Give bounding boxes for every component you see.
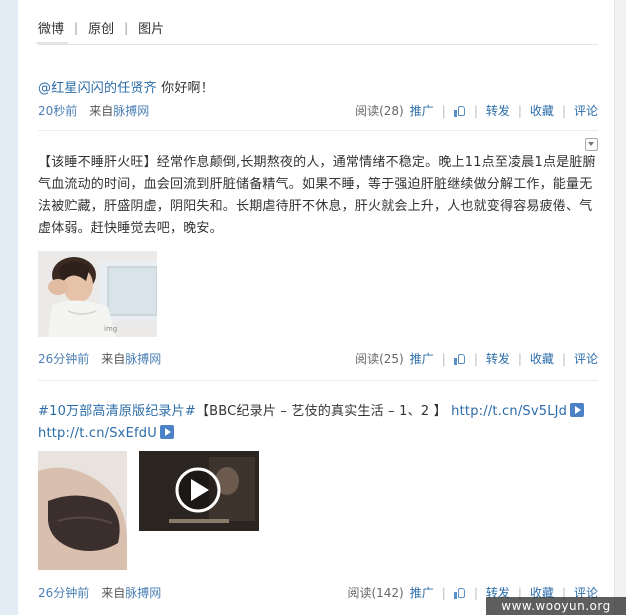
action-separator: | [441, 351, 446, 366]
post-item: #10万部高清原版纪录片#【BBC纪录片 – 艺伎的真实生活 – 1、2 】 h… [38, 401, 598, 445]
favorite-button[interactable]: 收藏 [530, 350, 554, 367]
tab-separator: | [74, 20, 79, 35]
svg-text:img: img [104, 325, 117, 333]
like-icon[interactable] [453, 105, 466, 117]
promote-button[interactable]: 推广 [410, 584, 434, 601]
video-play-icon[interactable] [159, 425, 174, 439]
post-meta: 20秒前 来自脉搏网 阅读(28) 推广 | | 转发 | 收藏 | 评论 [38, 102, 598, 120]
comment-button[interactable]: 评论 [574, 350, 598, 367]
like-icon[interactable] [453, 587, 466, 599]
promote-button[interactable]: 推广 [410, 102, 434, 119]
tab-pictures[interactable]: 图片 [138, 18, 164, 37]
promote-button[interactable]: 推广 [410, 350, 434, 367]
photo-image [38, 451, 127, 570]
woman-laptop-image: img [38, 251, 157, 337]
tabs-divider [38, 44, 598, 45]
mention-link[interactable]: @红星闪闪的任贤齐 [38, 81, 157, 96]
post-divider [38, 130, 598, 131]
feed-tabs: 微博 | 原创 | 图片 [38, 18, 164, 38]
post-divider [38, 380, 598, 381]
tab-separator: | [124, 20, 129, 35]
post-body-text: 【该睡不睡肝火旺】经常作息颠倒,长期熬夜的人，通常情绪不稳定。晚上11点至凌晨1… [38, 155, 596, 236]
post-source-link[interactable]: 脉搏网 [113, 104, 149, 118]
read-count: 阅读(142) [347, 586, 404, 600]
scrollbar[interactable] [614, 0, 626, 615]
video-thumbnail[interactable] [139, 451, 259, 531]
post-image-thumbnail[interactable] [38, 451, 127, 570]
post-from-label: 来自 [89, 104, 114, 118]
tab-active-indicator [36, 42, 68, 44]
post-text: @红星闪闪的任贤齐 你好啊！ [38, 78, 598, 100]
post-meta: 26分钟前 来自脉搏网 阅读(25) 推广 | | 转发 | 收藏 | 评论 [38, 350, 598, 368]
action-separator: | [441, 103, 446, 118]
post-time[interactable]: 26分钟前 [38, 586, 89, 600]
short-url-link[interactable]: http://t.cn/Sv5LJd [451, 404, 567, 419]
like-icon[interactable] [453, 353, 466, 365]
tab-weibo[interactable]: 微博 [38, 18, 64, 37]
post-source-link[interactable]: 脉搏网 [125, 586, 161, 600]
comment-button[interactable]: 评论 [574, 102, 598, 119]
action-separator: | [517, 103, 522, 118]
post-actions: 阅读(28) 推广 | | 转发 | 收藏 | 评论 [355, 102, 598, 119]
forward-button[interactable]: 转发 [486, 102, 510, 119]
action-separator: | [473, 103, 478, 118]
post-item: 【该睡不睡肝火旺】经常作息颠倒,长期熬夜的人，通常情绪不稳定。晚上11点至凌晨1… [38, 152, 598, 240]
post-menu-dropdown-icon[interactable] [585, 138, 598, 151]
post-source-link[interactable]: 脉搏网 [125, 352, 161, 366]
action-separator: | [561, 351, 566, 366]
action-separator: | [517, 351, 522, 366]
post-actions: 阅读(25) 推广 | | 转发 | 收藏 | 评论 [355, 350, 598, 367]
read-count: 阅读(28) [355, 104, 404, 118]
left-sidebar-strip [0, 0, 18, 615]
forward-button[interactable]: 转发 [486, 350, 510, 367]
post-time[interactable]: 26分钟前 [38, 352, 89, 366]
hashtag-link[interactable]: #10万部高清原版纪录片# [38, 404, 196, 419]
post-body-text: 【BBC纪录片 – 艺伎的真实生活 – 1、2 】 [195, 404, 447, 419]
post-from-label: 来自 [101, 586, 126, 600]
post-body-text: 你好啊！ [156, 81, 214, 96]
action-separator: | [561, 103, 566, 118]
post-image-thumbnail[interactable]: img [38, 251, 157, 337]
action-separator: | [441, 585, 446, 600]
favorite-button[interactable]: 收藏 [530, 102, 554, 119]
video-play-icon[interactable] [570, 403, 585, 417]
action-separator: | [473, 585, 478, 600]
video-play-image [139, 451, 259, 531]
post-text: #10万部高清原版纪录片#【BBC纪录片 – 艺伎的真实生活 – 1、2 】 h… [38, 401, 598, 445]
watermark-label: www.wooyun.org [486, 597, 626, 615]
read-count: 阅读(25) [355, 352, 404, 366]
post-from-label: 来自 [101, 352, 126, 366]
short-url-link[interactable]: http://t.cn/SxEfdU [38, 426, 157, 441]
tab-original[interactable]: 原创 [88, 18, 114, 37]
post-time[interactable]: 20秒前 [38, 104, 77, 118]
action-separator: | [473, 351, 478, 366]
post-item: @红星闪闪的任贤齐 你好啊！ [38, 78, 598, 100]
